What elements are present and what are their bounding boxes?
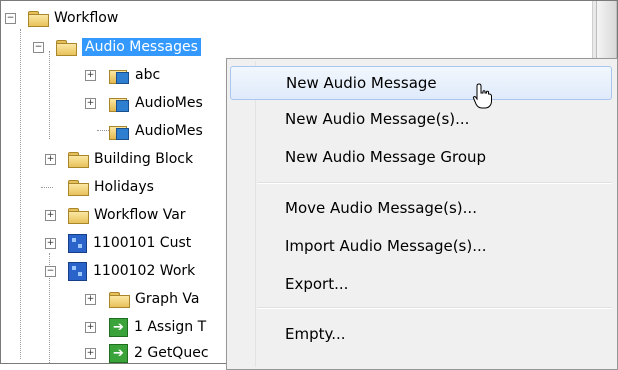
expand-toggle[interactable]: + — [45, 154, 56, 165]
tree-item-audiomes-1[interactable]: AudioMes — [109, 92, 203, 114]
tree-line — [20, 29, 21, 359]
folder-icon — [68, 151, 89, 168]
tree-item-audio-messages[interactable]: Audio Messages — [56, 36, 201, 58]
step-arrow-icon: ➔ — [109, 343, 128, 363]
tree-item-1100101[interactable]: 1100101 Cust — [68, 232, 191, 254]
tree-item-label: 1100102 Work — [93, 263, 196, 279]
expand-toggle[interactable]: + — [85, 348, 96, 359]
tree-item-label: Holidays — [94, 179, 154, 195]
menu-item-export[interactable]: Export... — [230, 267, 612, 301]
expand-toggle[interactable]: + — [85, 70, 96, 81]
tree-item-workflow-var[interactable]: Workflow Var — [68, 204, 186, 226]
folder-icon — [28, 10, 49, 27]
workflow-icon — [68, 233, 87, 253]
tree-item-label: Workflow Var — [94, 207, 186, 223]
tree-item-2-getquec[interactable]: ➔ 2 GetQuec — [109, 342, 209, 363]
audio-message-icon — [109, 96, 129, 112]
menu-item-new-audio-message-group[interactable]: New Audio Message Group — [230, 140, 612, 174]
tree-line — [97, 130, 109, 131]
tree-line — [49, 51, 50, 139]
tree-item-label: 2 GetQuec — [134, 345, 209, 361]
tree-item-1-assign[interactable]: ➔ 1 Assign T — [109, 316, 206, 338]
expand-toggle[interactable]: + — [85, 322, 96, 333]
menu-item-move-audio-messages[interactable]: Move Audio Message(s)... — [230, 191, 612, 225]
hand-cursor-icon — [472, 83, 492, 109]
menu-item-label: Export... — [285, 275, 349, 293]
tree-item-label: Graph Va — [135, 291, 200, 307]
tree-item-label: abc — [135, 67, 161, 83]
collapse-toggle[interactable]: − — [33, 42, 44, 53]
menu-item-empty[interactable]: Empty... — [230, 317, 612, 351]
tree-item-holidays[interactable]: Holidays — [68, 176, 154, 198]
menu-item-label: New Audio Message(s)... — [285, 110, 470, 128]
expand-toggle[interactable]: + — [85, 294, 96, 305]
menu-item-new-audio-message[interactable]: New Audio Message — [230, 66, 612, 100]
folder-icon — [56, 39, 77, 56]
collapse-toggle[interactable]: − — [5, 13, 16, 24]
expand-toggle[interactable]: + — [85, 98, 96, 109]
tree-item-label: 1100101 Cust — [93, 235, 192, 251]
expand-toggle[interactable]: + — [45, 210, 56, 221]
menu-item-label: Import Audio Message(s)... — [285, 237, 487, 255]
tree-item-label: Audio Messages — [82, 38, 201, 56]
audio-message-icon — [109, 68, 129, 84]
tree-item-workflow[interactable]: Workflow — [28, 7, 118, 29]
step-arrow-icon: ➔ — [109, 317, 128, 337]
menu-item-import-audio-messages[interactable]: Import Audio Message(s)... — [230, 229, 612, 263]
menu-item-label: New Audio Message Group — [285, 148, 487, 166]
collapse-toggle[interactable]: − — [45, 266, 56, 277]
menu-separator — [257, 182, 612, 184]
tree-item-label: AudioMes — [135, 123, 203, 139]
tree-item-label: 1 Assign T — [134, 319, 207, 335]
folder-icon — [68, 179, 89, 196]
tree-item-building-block[interactable]: Building Block — [68, 148, 193, 170]
workflow-icon — [68, 261, 87, 281]
tree-item-graph-va[interactable]: Graph Va — [109, 288, 199, 310]
tree-item-label: Workflow — [54, 10, 119, 26]
folder-icon — [68, 207, 89, 224]
menu-separator — [257, 307, 612, 309]
menu-item-label: Move Audio Message(s)... — [285, 199, 477, 217]
tree-item-audiomes-2[interactable]: AudioMes — [109, 120, 203, 142]
tree-item-abc[interactable]: abc — [109, 64, 160, 86]
tree-line — [41, 187, 53, 188]
context-menu: New Audio Message New Audio Message(s)..… — [226, 58, 618, 370]
expand-toggle[interactable]: + — [45, 238, 56, 249]
folder-icon — [109, 291, 130, 308]
menu-item-label: Empty... — [285, 325, 346, 343]
tree-item-1100102[interactable]: 1100102 Work — [68, 260, 195, 282]
tree-item-label: Building Block — [94, 151, 194, 167]
menu-item-new-audio-messages[interactable]: New Audio Message(s)... — [230, 102, 612, 136]
tree-item-label: AudioMes — [135, 95, 203, 111]
audio-message-icon — [109, 124, 129, 140]
menu-item-label: New Audio Message — [286, 74, 437, 92]
